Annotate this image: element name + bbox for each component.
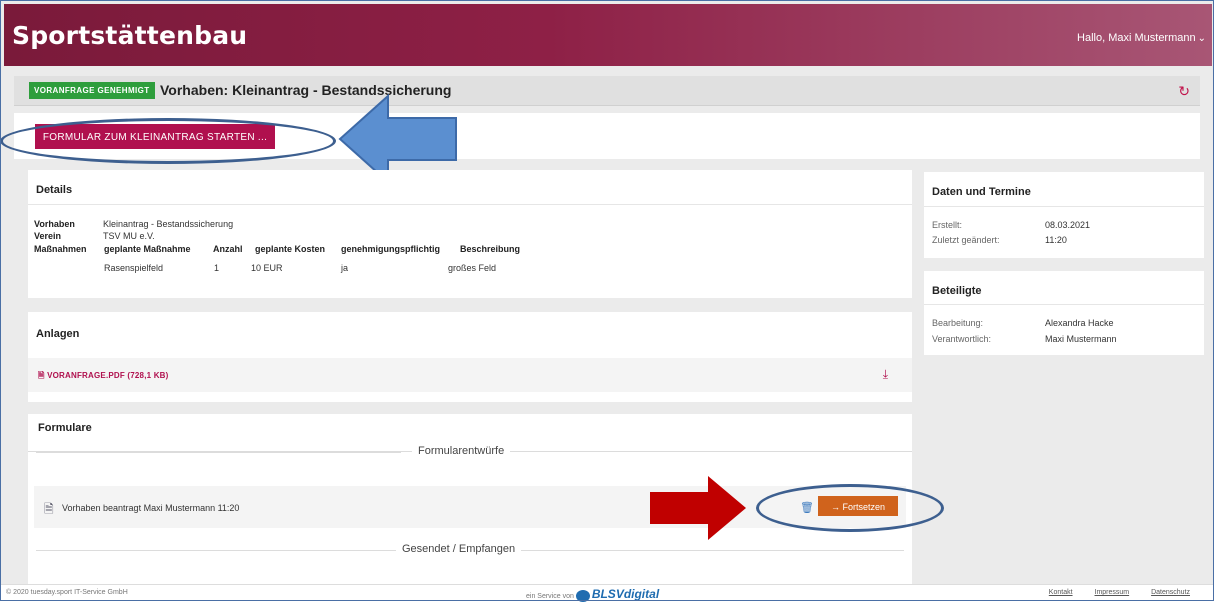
- participants-heading: Beteiligte: [932, 285, 982, 297]
- column-header: geplante Kosten: [255, 244, 326, 254]
- table-cell: 1: [214, 263, 220, 273]
- changed-label: Zuletzt geändert:: [932, 235, 1000, 245]
- app-header: Sportstättenbau Hallo, Maxi Mustermann ⌄: [4, 4, 1212, 66]
- divider: [28, 204, 912, 205]
- footer-link-datenschutz[interactable]: Datenschutz: [1151, 589, 1190, 596]
- draft-text: Vorhaben beantragt Maxi Mustermann 11:20: [62, 503, 240, 513]
- vorhaben-label: Vorhaben: [34, 219, 75, 229]
- pdf-icon: 🗎: [38, 371, 48, 380]
- responsible-label: Verantwortlich:: [932, 334, 992, 344]
- column-header: Anzahl: [213, 244, 243, 254]
- user-greeting: Hallo, Maxi Mustermann: [1077, 32, 1196, 44]
- sent-label: Gesendet / Empfangen: [396, 543, 522, 555]
- column-header: genehmigungspflichtig: [341, 244, 440, 254]
- divider: [36, 452, 401, 453]
- brand-title: Sportstättenbau: [12, 21, 248, 50]
- annotation-arrow-red: [650, 476, 746, 540]
- annotation-ellipse: [0, 118, 336, 164]
- divider: [924, 304, 1204, 305]
- details-heading: Details: [36, 184, 73, 196]
- column-header: Beschreibung: [460, 244, 521, 254]
- dates-heading: Daten und Termine: [932, 186, 1031, 198]
- blsv-logo-icon: [575, 590, 590, 602]
- download-icon[interactable]: ⤓: [883, 367, 888, 382]
- status-badge: VORANFRAGE GENEHMIGT: [29, 82, 155, 99]
- verein-label: Verein: [34, 231, 62, 241]
- massnahmen-label: Maßnahmen: [34, 244, 87, 254]
- verein-value: TSV MU e.V.: [103, 231, 155, 241]
- table-cell: ja: [341, 263, 349, 273]
- footer-link-impressum[interactable]: Impressum: [1095, 589, 1130, 596]
- document-icon: 🗎: [44, 502, 54, 516]
- divider: [924, 206, 1204, 207]
- drafts-label: Formularentwürfe: [412, 445, 511, 457]
- footer-link-kontakt[interactable]: Kontakt: [1049, 589, 1073, 596]
- footer-links: Kontakt Impressum Datenschutz: [1029, 589, 1190, 596]
- table-cell: Rasenspielfeld: [104, 263, 164, 273]
- chevron-down-icon: ⌄: [1197, 33, 1206, 44]
- footer: © 2020 tuesday.sport IT-Service GmbH ein…: [0, 584, 1214, 602]
- created-value: 08.03.2021: [1045, 220, 1091, 230]
- attachments-heading: Anlagen: [36, 328, 80, 340]
- column-header: geplante Maßnahme: [104, 244, 191, 254]
- forms-heading: Formulare: [38, 422, 92, 434]
- annotation-ellipse: [756, 484, 944, 532]
- processing-value: Alexandra Hacke: [1045, 318, 1114, 328]
- participants-card: Beteiligte Bearbeitung: Alexandra Hacke …: [924, 271, 1204, 355]
- project-titlebar: VORANFRAGE GENEHMIGT Vorhaben: Kleinantr…: [14, 76, 1200, 106]
- table-cell: 10 EUR: [251, 263, 283, 273]
- responsible-value: Maxi Mustermann: [1045, 334, 1117, 344]
- details-card: Details Vorhaben Kleinantrag - Bestandss…: [28, 170, 912, 298]
- attachment-link[interactable]: 🗎 VORANFRAGE.PDF (728,1 KB): [38, 370, 169, 384]
- dates-card: Daten und Termine Erstellt: 08.03.2021 Z…: [924, 172, 1204, 258]
- refresh-icon[interactable]: ↻: [1178, 83, 1190, 100]
- attachment-name: VORANFRAGE.PDF (728,1 KB): [47, 371, 169, 380]
- created-label: Erstellt:: [932, 220, 963, 230]
- changed-value: 11:20: [1045, 235, 1067, 245]
- vorhaben-value: Kleinantrag - Bestandssicherung: [103, 219, 234, 229]
- service-credit: ein Service von BLSVdigital: [526, 587, 659, 602]
- copyright: © 2020 tuesday.sport IT-Service GmbH: [6, 589, 128, 596]
- processing-label: Bearbeitung:: [932, 318, 984, 328]
- service-prefix: ein Service von: [526, 593, 574, 600]
- table-cell: großes Feld: [448, 263, 497, 273]
- list-item: 🗎 VORANFRAGE.PDF (728,1 KB) ⤓: [28, 358, 912, 392]
- user-menu[interactable]: Hallo, Maxi Mustermann ⌄: [1077, 32, 1206, 44]
- service-brand: BLSVdigital: [591, 587, 660, 601]
- attachments-card: Anlagen 🗎 VORANFRAGE.PDF (728,1 KB) ⤓: [28, 312, 912, 402]
